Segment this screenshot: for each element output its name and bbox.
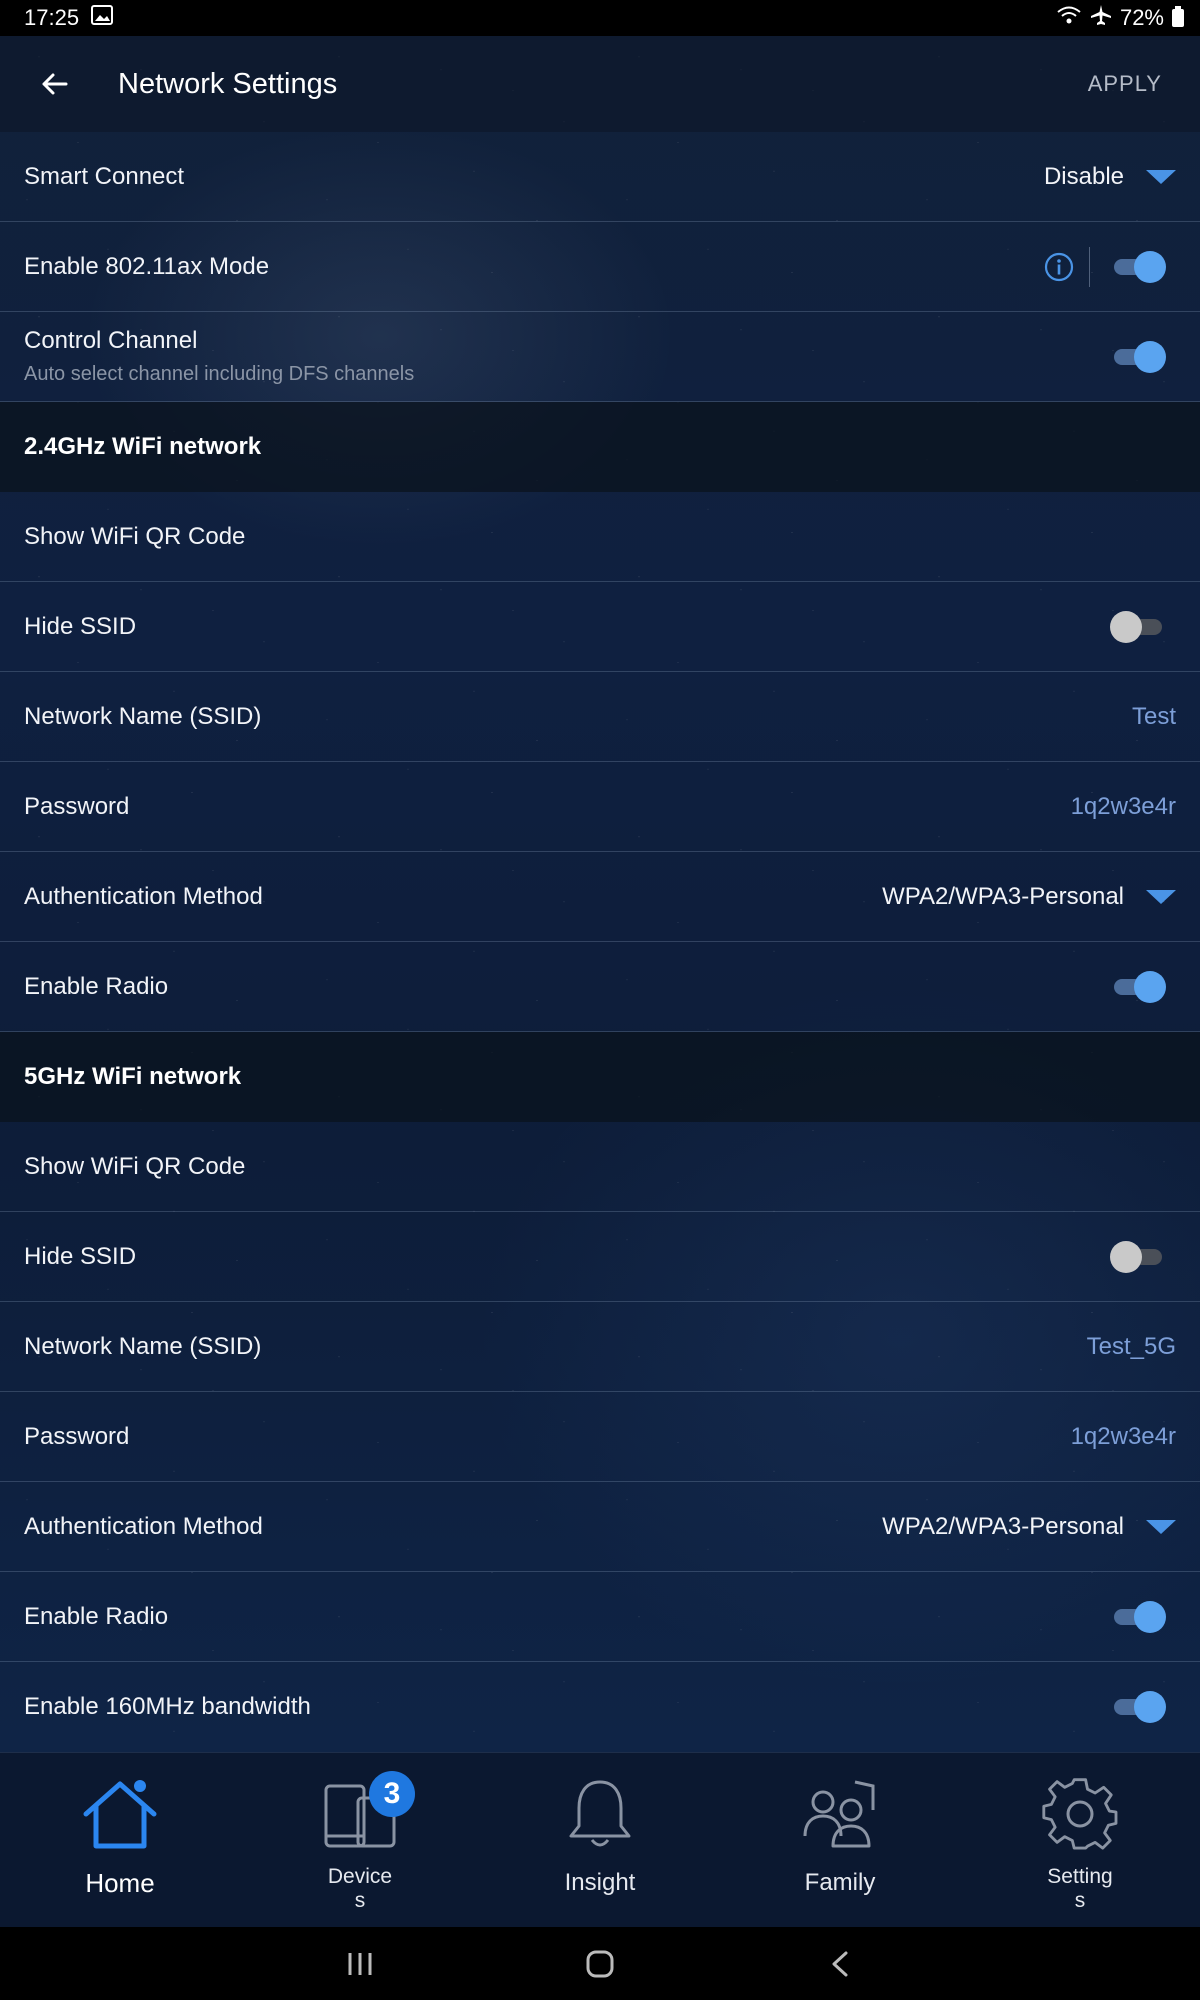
section-header-24ghz: 2.4GHz WiFi network [0, 402, 1200, 492]
settings-list: Smart Connect Disable Enable 802.11ax Mo… [0, 132, 1200, 1752]
ax-mode-row: Enable 802.11ax Mode [0, 222, 1200, 312]
enable-radio-toggle-24ghz[interactable] [1110, 969, 1166, 1005]
divider [1089, 246, 1090, 287]
bandwidth-160-row: Enable 160MHz bandwidth [0, 1662, 1200, 1752]
hide-ssid-row-5ghz: Hide SSID [0, 1212, 1200, 1302]
ssid-label: Network Name (SSID) [24, 702, 262, 730]
section-header-5ghz: 5GHz WiFi network [0, 1032, 1200, 1122]
system-back-icon [832, 1951, 848, 1976]
hide-ssid-label: Hide SSID [24, 1242, 137, 1270]
bandwidth-160-toggle[interactable] [1110, 1689, 1166, 1725]
nav-devices-label: Device s [327, 1865, 393, 1912]
password-label: Password [24, 792, 130, 820]
home-icon [75, 1769, 165, 1859]
bell-icon [555, 1769, 645, 1859]
battery-icon [1172, 6, 1184, 27]
auth-method-dropdown-5ghz[interactable]: WPA2/WPA3-Personal [882, 1513, 1176, 1541]
nav-settings-label: Setting s [1047, 1865, 1113, 1912]
nav-insight-label: Insight [564, 1869, 636, 1896]
ssid-value-5ghz[interactable]: Test_5G [1087, 1333, 1176, 1361]
auth-method-value: WPA2/WPA3-Personal [882, 1512, 1124, 1540]
status-bar: 17:25 72% [0, 0, 1200, 36]
gear-icon [1035, 1769, 1125, 1859]
bandwidth-160-label: Enable 160MHz bandwidth [24, 1693, 311, 1720]
password-label: Password [24, 1422, 130, 1450]
nav-devices[interactable]: 3 Device s [240, 1753, 480, 1927]
nav-settings[interactable]: Setting s [960, 1753, 1200, 1927]
enable-radio-row-5ghz: Enable Radio [0, 1572, 1200, 1662]
ax-mode-toggle[interactable] [1110, 249, 1166, 285]
hide-ssid-row-24ghz: Hide SSID [0, 582, 1200, 672]
recent-apps-icon [348, 1952, 372, 1975]
page-title: Network Settings [118, 67, 338, 100]
auth-method-dropdown-24ghz[interactable]: WPA2/WPA3-Personal [882, 883, 1176, 911]
control-channel-toggle[interactable] [1110, 339, 1166, 375]
status-time: 17:25 [24, 5, 80, 30]
hide-ssid-toggle-5ghz[interactable] [1110, 1239, 1166, 1275]
control-channel-description: Auto select channel including DFS channe… [24, 363, 415, 385]
show-qr-label: Show WiFi QR Code [24, 522, 246, 550]
smart-connect-row[interactable]: Smart Connect Disable [0, 132, 1200, 222]
wifi-icon [1056, 5, 1082, 31]
enable-radio-label: Enable Radio [24, 1602, 169, 1630]
ssid-row-5ghz[interactable]: Network Name (SSID) Test_5G [0, 1302, 1200, 1392]
smart-connect-dropdown[interactable]: Disable [1044, 163, 1176, 191]
app-bar: Network Settings APPLY [0, 36, 1200, 132]
system-back-button[interactable] [810, 1939, 870, 1989]
nav-home-label: Home [85, 1868, 155, 1898]
smart-connect-label: Smart Connect [24, 162, 185, 190]
battery-percent: 72% [1119, 5, 1164, 30]
dropdown-caret-icon [1146, 1519, 1176, 1534]
ssid-label: Network Name (SSID) [24, 1332, 262, 1360]
devices-icon: 3 [315, 1769, 415, 1859]
system-navigation-bar [0, 1927, 1200, 2000]
password-value-5ghz[interactable]: 1q2w3e4r [1071, 1423, 1176, 1451]
enable-radio-toggle-5ghz[interactable] [1110, 1599, 1166, 1635]
auth-method-value: WPA2/WPA3-Personal [882, 882, 1124, 910]
control-channel-row: Control Channel Auto select channel incl… [0, 312, 1200, 402]
family-icon [795, 1769, 885, 1859]
dropdown-caret-icon [1146, 169, 1176, 184]
airplane-icon [1090, 4, 1112, 32]
ax-mode-label: Enable 802.11ax Mode [24, 252, 270, 280]
auth-method-row-24ghz[interactable]: Authentication Method WPA2/WPA3-Personal [0, 852, 1200, 942]
gallery-notification-icon [91, 5, 114, 31]
recent-apps-button[interactable] [330, 1939, 390, 1989]
enable-radio-row-24ghz: Enable Radio [0, 942, 1200, 1032]
back-arrow-icon [42, 73, 68, 95]
devices-count-badge: 3 [369, 1771, 415, 1817]
show-qr-code-24ghz[interactable]: Show WiFi QR Code [0, 492, 1200, 582]
auth-method-label: Authentication Method [24, 882, 263, 910]
auth-method-row-5ghz[interactable]: Authentication Method WPA2/WPA3-Personal [0, 1482, 1200, 1572]
hide-ssid-toggle-24ghz[interactable] [1110, 609, 1166, 645]
enable-radio-label: Enable Radio [24, 972, 169, 1000]
show-qr-code-5ghz[interactable]: Show WiFi QR Code [0, 1122, 1200, 1212]
ssid-row-24ghz[interactable]: Network Name (SSID) Test [0, 672, 1200, 762]
info-icon[interactable] [1043, 251, 1075, 283]
nav-family[interactable]: Family [720, 1753, 960, 1927]
password-row-24ghz[interactable]: Password 1q2w3e4r [0, 762, 1200, 852]
system-home-icon [586, 1950, 614, 1977]
show-qr-label: Show WiFi QR Code [24, 1152, 246, 1180]
nav-insight[interactable]: Insight [480, 1753, 720, 1927]
ssid-value-24ghz[interactable]: Test [1132, 703, 1176, 731]
password-row-5ghz[interactable]: Password 1q2w3e4r [0, 1392, 1200, 1482]
bottom-navigation: Home 3 Device s Insight Family Setting s [0, 1752, 1200, 1927]
password-value-24ghz[interactable]: 1q2w3e4r [1071, 793, 1176, 821]
control-channel-label: Control Channel [24, 327, 198, 354]
hide-ssid-label: Hide SSID [24, 612, 137, 640]
smart-connect-value: Disable [1043, 162, 1124, 190]
system-home-button[interactable] [570, 1939, 630, 1989]
dropdown-caret-icon [1146, 889, 1176, 904]
auth-method-label: Authentication Method [24, 1512, 263, 1540]
nav-home[interactable]: Home [0, 1753, 240, 1927]
nav-family-label: Family [804, 1869, 876, 1896]
apply-button[interactable]: APPLY [1074, 61, 1176, 107]
back-button[interactable] [24, 54, 84, 114]
